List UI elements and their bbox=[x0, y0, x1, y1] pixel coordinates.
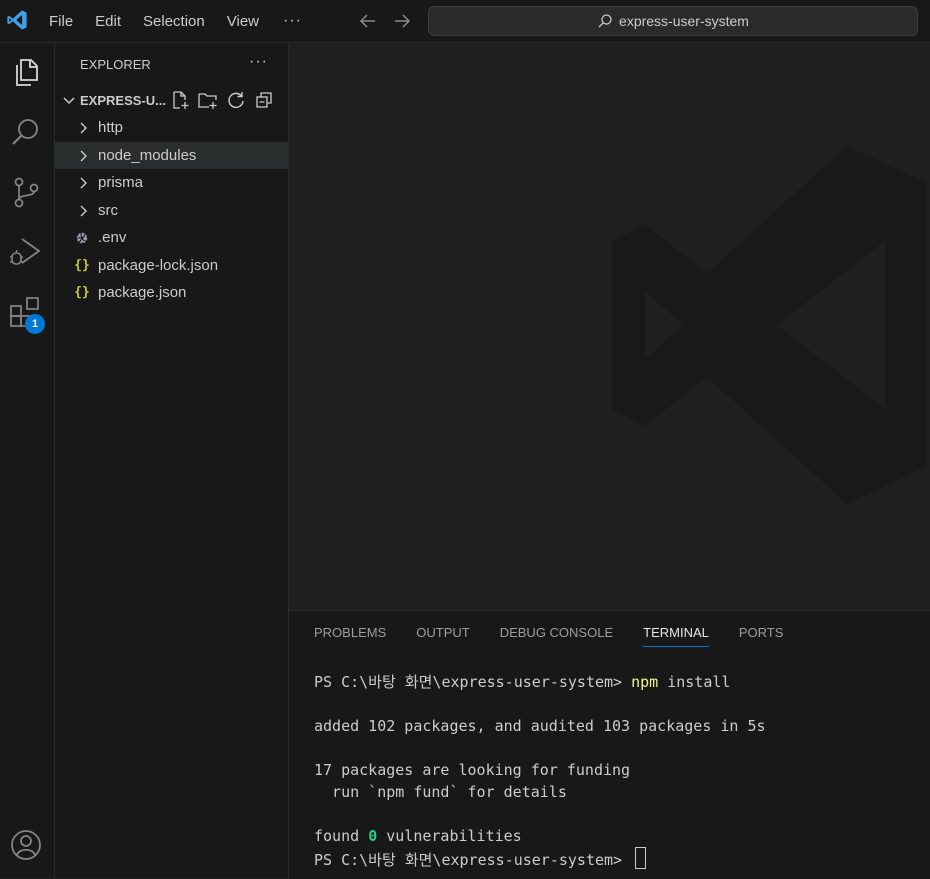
tree-item-label: package.json bbox=[98, 284, 187, 301]
chevron-right-icon bbox=[80, 150, 87, 161]
chevron-right-icon bbox=[80, 122, 87, 133]
panel-tabs: PROBLEMS OUTPUT DEBUG CONSOLE TERMINAL P… bbox=[314, 625, 783, 647]
menu-more-button[interactable]: ··· bbox=[270, 12, 315, 30]
tab-terminal[interactable]: TERMINAL bbox=[643, 625, 709, 647]
tree-item-label: http bbox=[98, 119, 124, 136]
explorer-sidebar: EXPLORER ··· EXPRESS-U... http node_modu… bbox=[55, 43, 289, 878]
tree-item-label: src bbox=[98, 202, 118, 219]
terminal-output[interactable]: PS C:\바탕 화면\express-user-system> npm ins… bbox=[314, 671, 924, 871]
title-bar: File Edit Selection View ··· express-use… bbox=[0, 0, 930, 43]
workspace-folder-header[interactable]: EXPRESS-U... bbox=[55, 87, 288, 113]
json-braces-icon: {} bbox=[74, 258, 90, 273]
tab-debug-console[interactable]: DEBUG CONSOLE bbox=[500, 625, 613, 647]
terminal-line-funding: 17 packages are looking for funding bbox=[314, 761, 631, 779]
tab-problems[interactable]: PROBLEMS bbox=[314, 625, 386, 647]
explorer-title: EXPLORER bbox=[80, 57, 151, 72]
bottom-panel: PROBLEMS OUTPUT DEBUG CONSOLE TERMINAL P… bbox=[289, 610, 930, 879]
vscode-watermark-icon bbox=[612, 146, 927, 504]
command-center-search[interactable]: express-user-system bbox=[428, 6, 918, 36]
explorer-icon[interactable] bbox=[9, 55, 43, 89]
back-arrow-icon[interactable] bbox=[356, 9, 380, 33]
search-icon[interactable] bbox=[9, 115, 43, 149]
tree-file-package-lock[interactable]: {} package-lock.json bbox=[55, 252, 288, 279]
terminal-prompt-2: PS C:\바탕 화면\express-user-system> bbox=[314, 851, 632, 869]
menu-selection[interactable]: Selection bbox=[132, 13, 216, 30]
tree-item-label: .env bbox=[98, 229, 127, 246]
terminal-found-suffix: vulnerabilities bbox=[377, 827, 522, 845]
tree-folder-http[interactable]: http bbox=[55, 114, 288, 141]
tree-item-label: node_modules bbox=[98, 147, 197, 164]
gear-icon bbox=[76, 232, 88, 243]
terminal-command-args: install bbox=[658, 673, 731, 691]
chevron-down-icon bbox=[63, 97, 75, 105]
activity-bar: 1 bbox=[0, 43, 55, 878]
menu-view[interactable]: View bbox=[216, 13, 270, 30]
terminal-command: npm bbox=[631, 673, 659, 691]
tree-file-env[interactable]: .env bbox=[55, 224, 288, 251]
terminal-cursor[interactable] bbox=[635, 847, 647, 869]
collapse-all-icon[interactable] bbox=[254, 90, 274, 110]
terminal-line-fund: run `npm fund` for details bbox=[314, 783, 567, 801]
vscode-logo-icon[interactable] bbox=[6, 9, 28, 31]
tree-folder-prisma[interactable]: prisma bbox=[55, 169, 288, 196]
forward-arrow-icon[interactable] bbox=[390, 9, 414, 33]
search-label: express-user-system bbox=[619, 13, 749, 29]
editor-area[interactable] bbox=[289, 43, 930, 610]
extensions-badge: 1 bbox=[25, 314, 45, 334]
new-folder-icon[interactable] bbox=[198, 90, 218, 110]
explorer-more-button[interactable]: ··· bbox=[249, 53, 268, 71]
menu-file[interactable]: File bbox=[38, 13, 84, 30]
menu-edit[interactable]: Edit bbox=[84, 13, 132, 30]
terminal-line-added: added 102 packages, and audited 103 pack… bbox=[314, 717, 766, 735]
run-debug-icon[interactable] bbox=[9, 235, 43, 269]
workspace-folder-name: EXPRESS-U... bbox=[80, 92, 166, 108]
terminal-found-prefix: found bbox=[314, 827, 369, 845]
json-braces-icon: {} bbox=[74, 285, 90, 300]
tree-item-label: package-lock.json bbox=[98, 257, 219, 274]
source-control-icon[interactable] bbox=[9, 175, 43, 209]
search-icon bbox=[598, 14, 612, 28]
tab-ports[interactable]: PORTS bbox=[739, 625, 784, 647]
chevron-right-icon bbox=[80, 177, 87, 188]
terminal-prompt: PS C:\바탕 화면\express-user-system> bbox=[314, 673, 632, 691]
tree-folder-node-modules[interactable]: node_modules bbox=[55, 142, 288, 169]
chevron-right-icon bbox=[80, 205, 87, 216]
account-icon[interactable] bbox=[9, 828, 43, 862]
tab-output[interactable]: OUTPUT bbox=[416, 625, 469, 647]
tree-folder-src[interactable]: src bbox=[55, 197, 288, 224]
tree-file-package-json[interactable]: {} package.json bbox=[55, 279, 288, 306]
terminal-found-zero: 0 bbox=[368, 827, 378, 845]
refresh-icon[interactable] bbox=[226, 90, 246, 110]
new-file-icon[interactable] bbox=[170, 90, 190, 110]
tree-item-label: prisma bbox=[98, 174, 144, 191]
menu-bar: File Edit Selection View ··· bbox=[38, 0, 315, 42]
